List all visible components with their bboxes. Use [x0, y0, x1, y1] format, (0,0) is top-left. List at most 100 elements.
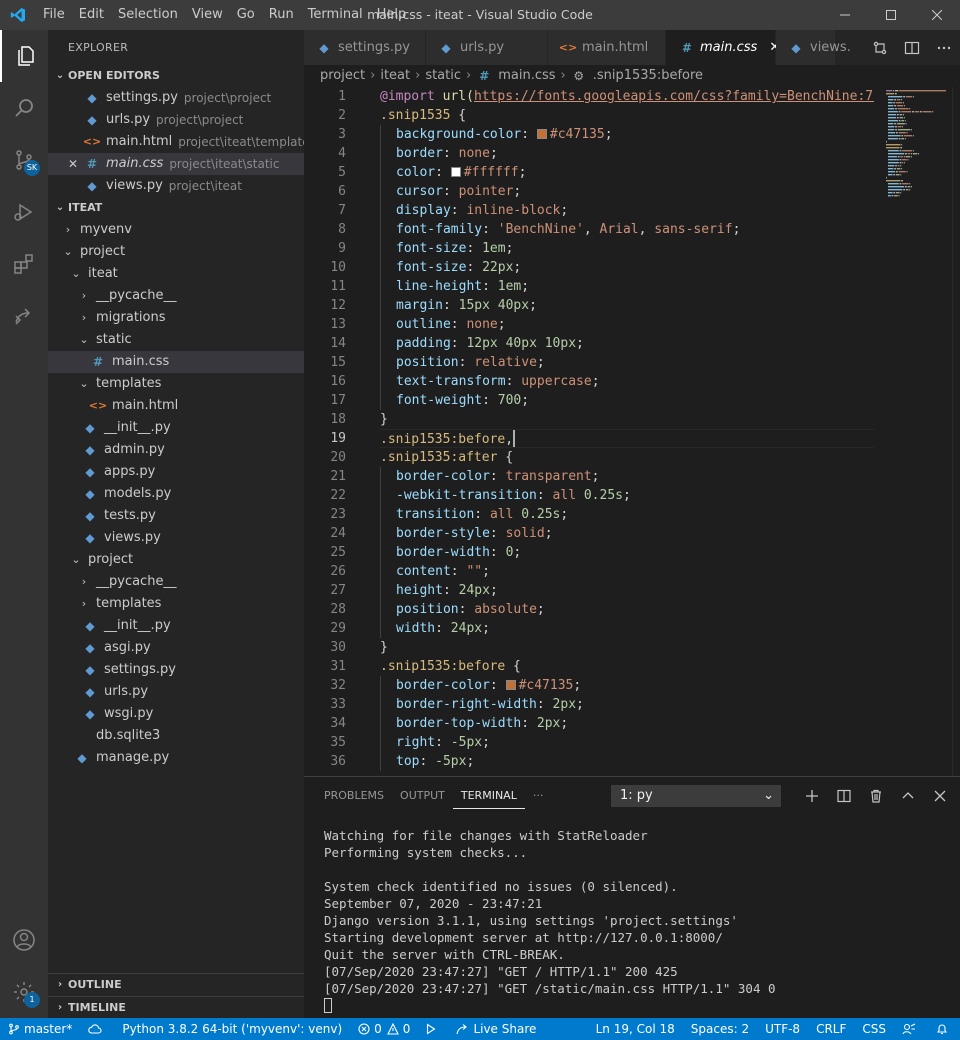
- code-line[interactable]: cursor: pointer;: [380, 182, 874, 201]
- notifications-bell-icon[interactable]: [928, 1018, 960, 1040]
- open-editor-item[interactable]: ◆ settings.py project\project: [48, 87, 304, 109]
- file-item[interactable]: ◆ views.py: [48, 527, 304, 549]
- file-item[interactable]: ◆ wsgi.py: [48, 703, 304, 725]
- more-actions-icon[interactable]: [928, 30, 960, 65]
- menu-edit[interactable]: Edit: [72, 0, 111, 30]
- file-item[interactable]: ◆ settings.py: [48, 659, 304, 681]
- code-line[interactable]: .snip1535:before,: [380, 429, 874, 448]
- code-line[interactable]: margin: 15px 40px;: [380, 296, 874, 315]
- file-item[interactable]: db.sqlite3: [48, 725, 304, 747]
- code-line[interactable]: height: 24px;: [380, 581, 874, 600]
- code-line[interactable]: border: none;: [380, 144, 874, 163]
- open-editor-item[interactable]: ◆ urls.py project\project: [48, 109, 304, 131]
- folder-item[interactable]: › templates: [48, 593, 304, 615]
- close-icon[interactable]: ✕: [68, 153, 78, 175]
- editor-scrollbar[interactable]: [952, 87, 960, 776]
- trash-icon[interactable]: [860, 781, 892, 811]
- tab-main-css[interactable]: # main.css ✕: [666, 30, 780, 65]
- open-editor-item[interactable]: ◆ views.py project\iteat: [48, 175, 304, 197]
- file-item[interactable]: ◆ __init__.py: [48, 615, 304, 637]
- code-line[interactable]: border-right-width: 2px;: [380, 695, 874, 714]
- file-item[interactable]: ◆ models.py: [48, 483, 304, 505]
- folder-item[interactable]: ⌄ project: [48, 549, 304, 571]
- sync-status[interactable]: [80, 1018, 114, 1040]
- close-panel-icon[interactable]: [924, 781, 956, 811]
- tab-settings-py[interactable]: ◆ settings.py: [304, 30, 426, 65]
- file-item[interactable]: # main.css: [48, 351, 304, 373]
- breadcrumb-item[interactable]: iteat: [380, 65, 410, 87]
- terminal-select[interactable]: 1: py ⌄: [611, 785, 781, 807]
- folder-item[interactable]: ⌄ project: [48, 241, 304, 263]
- source-control-icon[interactable]: SK: [0, 134, 48, 186]
- open-editor-item[interactable]: <> main.html project\iteat\templates: [48, 131, 316, 153]
- code-lines[interactable]: @import url(https://fonts.googleapis.com…: [380, 87, 874, 771]
- code-line[interactable]: border-color: #c47135;: [380, 676, 874, 695]
- file-item[interactable]: <> main.html: [48, 395, 304, 417]
- file-item[interactable]: ◆ admin.py: [48, 439, 304, 461]
- panel-tab-output[interactable]: OUTPUT: [392, 777, 453, 815]
- code-line[interactable]: font-size: 1em;: [380, 239, 874, 258]
- file-item[interactable]: ◆ manage.py: [48, 747, 304, 769]
- split-editor-icon[interactable]: [896, 30, 928, 65]
- panel-tab-terminal[interactable]: TERMINAL: [452, 783, 525, 809]
- open-changes-icon[interactable]: [864, 30, 896, 65]
- code-line[interactable]: @import url(https://fonts.googleapis.com…: [380, 87, 874, 106]
- code-line[interactable]: transition: all 0.25s;: [380, 505, 874, 524]
- code-line[interactable]: }: [380, 410, 874, 429]
- code-line[interactable]: color: #ffffff;: [380, 163, 874, 182]
- problems-status[interactable]: 0 0: [350, 1018, 418, 1040]
- color-swatch[interactable]: [505, 680, 516, 690]
- menu-file[interactable]: File: [36, 0, 72, 30]
- live-share-status[interactable]: Live Share: [448, 1018, 544, 1040]
- remote-explorer-icon[interactable]: [0, 290, 48, 342]
- code-line[interactable]: background-color: #c47135;: [380, 125, 874, 144]
- settings-gear-icon[interactable]: 1: [0, 966, 48, 1018]
- file-item[interactable]: ◆ urls.py: [48, 681, 304, 703]
- breadcrumb-item[interactable]: static: [425, 65, 461, 87]
- code-line[interactable]: .snip1535:before {: [380, 657, 874, 676]
- menu-view[interactable]: View: [185, 0, 230, 30]
- menu-run[interactable]: Run: [262, 0, 301, 30]
- tab-urls-py[interactable]: ◆ urls.py: [426, 30, 548, 65]
- code-line[interactable]: font-family: 'BenchNine', Arial, sans-se…: [380, 220, 874, 239]
- minimize-button[interactable]: [822, 0, 868, 30]
- code-line[interactable]: right: -5px;: [380, 733, 874, 752]
- breadcrumb-item[interactable]: .snip1535:before: [593, 65, 703, 87]
- code-line[interactable]: border-style: solid;: [380, 524, 874, 543]
- close-window-button[interactable]: [914, 0, 960, 30]
- minimap[interactable]: [882, 87, 952, 776]
- menu-terminal[interactable]: Terminal: [301, 0, 370, 30]
- code-line[interactable]: border-top-width: 2px;: [380, 714, 874, 733]
- maximize-panel-icon[interactable]: [892, 781, 924, 811]
- code-line[interactable]: .snip1535 {: [380, 106, 874, 125]
- code-line[interactable]: position: absolute;: [380, 600, 874, 619]
- folder-item[interactable]: ⌄ iteat: [48, 263, 304, 285]
- explorer-icon[interactable]: [0, 30, 48, 82]
- run-icon[interactable]: [418, 1018, 448, 1040]
- open-editor-item[interactable]: ✕ # main.css project\iteat\static: [48, 153, 304, 175]
- code-line[interactable]: font-weight: 700;: [380, 391, 874, 410]
- breadcrumb-item[interactable]: project: [320, 65, 365, 87]
- language-mode-status[interactable]: CSS: [854, 1018, 894, 1040]
- feedback-icon[interactable]: [894, 1018, 928, 1040]
- folder-item[interactable]: › __pycache__: [48, 571, 304, 593]
- code-editor[interactable]: 1 2 3 4 5 6 7 8 9 10 11 12 13 14 15 16 17 18 19 20 21 22 23 24 2…: [304, 87, 960, 776]
- run-debug-icon[interactable]: [0, 186, 48, 238]
- breadcrumb-item[interactable]: main.css: [498, 65, 555, 87]
- menu-selection[interactable]: Selection: [111, 0, 185, 30]
- menu-help[interactable]: Help: [370, 0, 414, 30]
- code-line[interactable]: text-transform: uppercase;: [380, 372, 874, 391]
- code-line[interactable]: .snip1535:after {: [380, 448, 874, 467]
- cursor-position-status[interactable]: Ln 19, Col 18: [588, 1018, 683, 1040]
- code-line[interactable]: display: inline-block;: [380, 201, 874, 220]
- maximize-button[interactable]: [868, 0, 914, 30]
- code-line[interactable]: font-size: 22px;: [380, 258, 874, 277]
- eol-status[interactable]: CRLF: [808, 1018, 854, 1040]
- file-item[interactable]: ◆ apps.py: [48, 461, 304, 483]
- encoding-status[interactable]: UTF-8: [757, 1018, 808, 1040]
- folder-item[interactable]: › __pycache__: [48, 285, 304, 307]
- extensions-icon[interactable]: [0, 238, 48, 290]
- code-line[interactable]: -webkit-transition: all 0.25s;: [380, 486, 874, 505]
- code-line[interactable]: content: "";: [380, 562, 874, 581]
- search-icon[interactable]: [0, 82, 48, 134]
